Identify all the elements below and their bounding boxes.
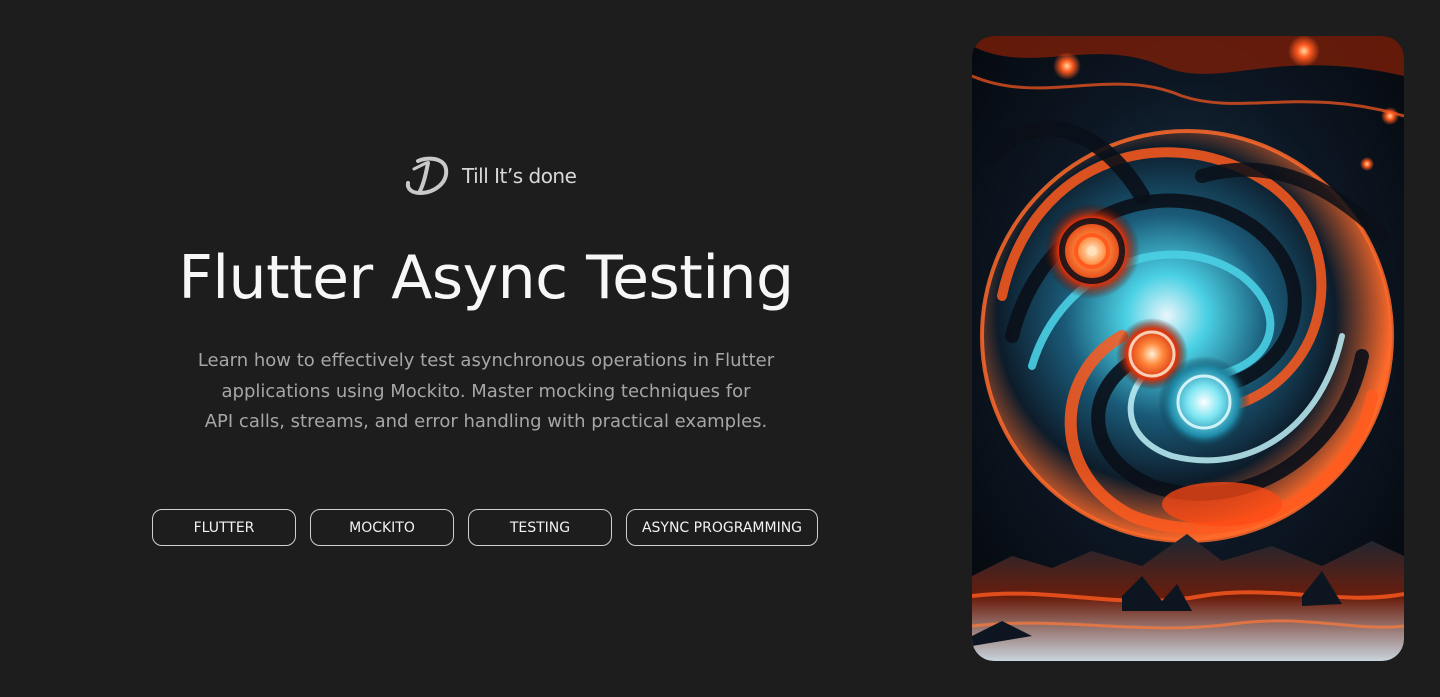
hero-artwork-image [972,36,1404,661]
description-line: applications using Mockito. Master mocki… [221,380,751,402]
cosmic-swirl-artwork [972,36,1404,661]
tag-async-programming[interactable]: ASYNC PROGRAMMING [626,509,818,546]
tag-list: FLUTTER MOCKITO TESTING ASYNC PROGRAMMIN… [152,509,818,546]
article-description: Learn how to effectively test asynchrono… [170,346,802,438]
brand[interactable]: Till It’s done [404,154,577,198]
article-hero-content: Till It’s done Flutter Async Testing Lea… [150,0,822,697]
tag-flutter[interactable]: FLUTTER [152,509,296,546]
tag-testing[interactable]: TESTING [468,509,612,546]
description-line: API calls, streams, and error handling w… [204,411,768,432]
page-title: Flutter Async Testing [178,243,794,313]
td-monogram-icon [405,156,449,196]
tag-mockito[interactable]: MOCKITO [310,509,454,546]
brand-name: Till It’s done [462,164,577,188]
description-line: Learn how to effectively test asynchrono… [197,350,775,371]
